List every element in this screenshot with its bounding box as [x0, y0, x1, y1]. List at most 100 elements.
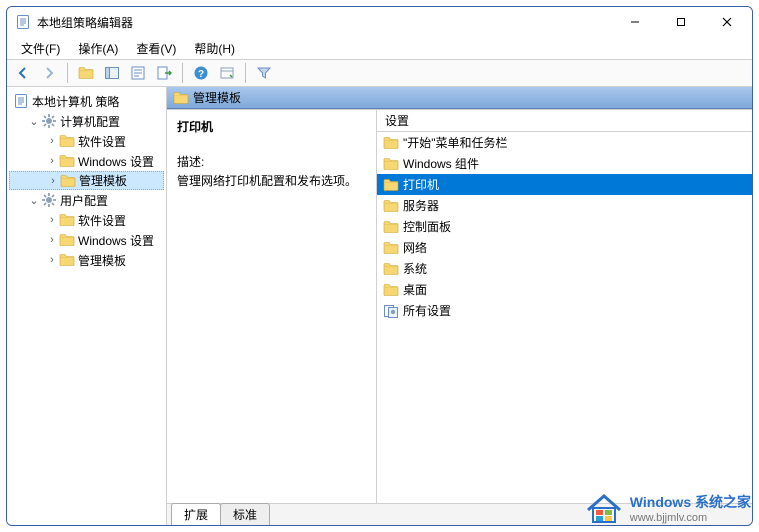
- details-header-title: 管理模板: [193, 89, 241, 106]
- menu-help[interactable]: 帮助(H): [186, 38, 243, 59]
- filter-button[interactable]: [252, 61, 276, 85]
- expand-icon[interactable]: ›: [45, 155, 59, 167]
- toolbar-separator: [182, 63, 183, 83]
- list-column-header[interactable]: 设置: [377, 110, 752, 132]
- list-item[interactable]: 打印机: [377, 174, 752, 195]
- expand-icon[interactable]: ›: [45, 254, 59, 266]
- tree-label: Windows 设置: [78, 232, 154, 249]
- tree-label: 管理模板: [79, 172, 127, 189]
- column-label: 设置: [385, 112, 409, 129]
- expand-icon[interactable]: ›: [45, 135, 59, 147]
- tree-user-admin-templates[interactable]: › 管理模板: [9, 250, 164, 270]
- folder-icon: [60, 173, 76, 189]
- details-header: 管理模板: [167, 87, 752, 109]
- expand-icon[interactable]: ›: [46, 175, 60, 187]
- folder-icon: [383, 219, 399, 235]
- list-item[interactable]: 网络: [377, 237, 752, 258]
- tree-label: 本地计算机 策略: [32, 93, 119, 110]
- properties-button[interactable]: [126, 61, 150, 85]
- minimize-button[interactable]: [612, 7, 658, 37]
- folder-icon: [383, 198, 399, 214]
- menu-file[interactable]: 文件(F): [13, 38, 68, 59]
- close-button[interactable]: [704, 7, 750, 37]
- list-item-label: 系统: [403, 260, 427, 277]
- list-item-label: Windows 组件: [403, 155, 479, 172]
- tree-label: 计算机配置: [60, 113, 120, 130]
- list-item-label: 所有设置: [403, 302, 451, 319]
- menubar: 文件(F) 操作(A) 查看(V) 帮助(H): [7, 37, 752, 59]
- description-text: 管理网络打印机配置和发布选项。: [177, 172, 366, 189]
- expand-icon[interactable]: ›: [45, 234, 59, 246]
- folder-icon: [59, 153, 75, 169]
- tree-root[interactable]: 本地计算机 策略: [9, 91, 164, 111]
- tab-standard[interactable]: 标准: [220, 503, 270, 525]
- folder-icon: [383, 156, 399, 172]
- list-item[interactable]: 桌面: [377, 279, 752, 300]
- tab-extended[interactable]: 扩展: [171, 503, 221, 525]
- tree-panel[interactable]: 本地计算机 策略 ⌄ 计算机配置 › 软件设置 › Windows 设置 › 管…: [7, 87, 167, 525]
- folder-icon: [59, 133, 75, 149]
- menu-view[interactable]: 查看(V): [128, 38, 184, 59]
- tree-user-config[interactable]: ⌄ 用户配置: [9, 190, 164, 210]
- folder-icon: [173, 90, 189, 106]
- tree-label: Windows 设置: [78, 153, 154, 170]
- collapse-icon[interactable]: ⌄: [27, 194, 41, 207]
- toolbar-separator: [245, 63, 246, 83]
- tree-label: 用户配置: [60, 192, 108, 209]
- list-item[interactable]: 控制面板: [377, 216, 752, 237]
- list-pane: 设置 "开始"菜单和任务栏 Windows 组件打印机服务器控制面板网络系统桌面所…: [377, 110, 752, 503]
- list-item[interactable]: 系统: [377, 258, 752, 279]
- up-button[interactable]: [74, 61, 98, 85]
- folder-icon: [383, 177, 399, 193]
- back-button[interactable]: [11, 61, 35, 85]
- description-heading: 打印机: [177, 118, 366, 135]
- tree-computer-config[interactable]: ⌄ 计算机配置: [9, 111, 164, 131]
- toolbar: ?: [7, 59, 752, 87]
- svg-text:?: ?: [198, 69, 204, 80]
- house-icon: [584, 490, 624, 526]
- settings-list[interactable]: "开始"菜单和任务栏 Windows 组件打印机服务器控制面板网络系统桌面所有设置: [377, 132, 752, 503]
- toolbar-separator: [67, 63, 68, 83]
- tree-windows-settings[interactable]: › Windows 设置: [9, 151, 164, 171]
- titlebar: 本地组策略编辑器: [7, 7, 752, 37]
- tree-admin-templates[interactable]: › 管理模板: [9, 171, 164, 190]
- list-item[interactable]: 所有设置: [377, 300, 752, 321]
- list-item-label: 网络: [403, 239, 427, 256]
- folder-icon: [59, 252, 75, 268]
- tree-user-windows-settings[interactable]: › Windows 设置: [9, 230, 164, 250]
- folder-icon: [59, 212, 75, 228]
- expand-icon[interactable]: ›: [45, 214, 59, 226]
- collapse-icon[interactable]: ⌄: [27, 115, 41, 128]
- description-label: 描述:: [177, 153, 366, 170]
- list-item-label: 服务器: [403, 197, 439, 214]
- show-hide-tree-button[interactable]: [100, 61, 124, 85]
- menu-action[interactable]: 操作(A): [70, 38, 126, 59]
- tree-software-settings[interactable]: › 软件设置: [9, 131, 164, 151]
- app-icon: [15, 14, 31, 30]
- forward-button[interactable]: [37, 61, 61, 85]
- folder-icon: [59, 232, 75, 248]
- folder-icon: [383, 240, 399, 256]
- list-item-label: 打印机: [403, 176, 439, 193]
- watermark-brand: Windows 系统之家: [630, 492, 751, 512]
- list-item[interactable]: "开始"菜单和任务栏: [377, 132, 752, 153]
- folder-icon: [383, 282, 399, 298]
- gear-icon: [41, 113, 57, 129]
- maximize-button[interactable]: [658, 7, 704, 37]
- watermark: Windows 系统之家 www.bjjmlv.com: [584, 490, 751, 526]
- tree-label: 软件设置: [78, 133, 126, 150]
- options-button[interactable]: [215, 61, 239, 85]
- help-button[interactable]: ?: [189, 61, 213, 85]
- list-item-label: 控制面板: [403, 218, 451, 235]
- folder-icon: [383, 261, 399, 277]
- details-panel: 管理模板 打印机 描述: 管理网络打印机配置和发布选项。 设置 "开始"菜单和任…: [167, 87, 752, 525]
- tree-user-software-settings[interactable]: › 软件设置: [9, 210, 164, 230]
- list-item[interactable]: Windows 组件: [377, 153, 752, 174]
- list-item-label: "开始"菜单和任务栏: [403, 134, 508, 151]
- tree-label: 软件设置: [78, 212, 126, 229]
- content-body: 本地计算机 策略 ⌄ 计算机配置 › 软件设置 › Windows 设置 › 管…: [7, 87, 752, 525]
- list-item[interactable]: 服务器: [377, 195, 752, 216]
- export-button[interactable]: [152, 61, 176, 85]
- doc-icon: [13, 93, 29, 109]
- folder-icon: [383, 135, 399, 151]
